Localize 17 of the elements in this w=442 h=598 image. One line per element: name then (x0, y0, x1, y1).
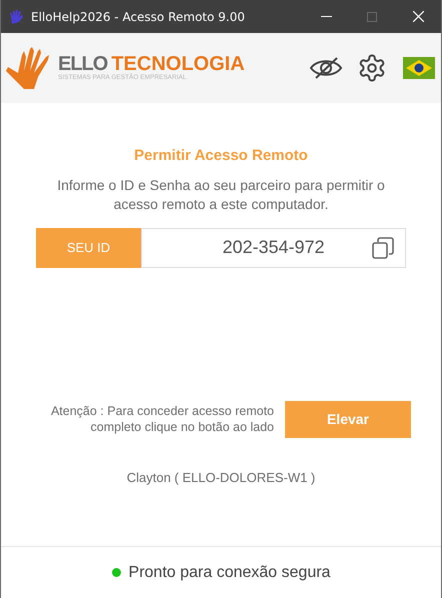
elevate-notice: Atenção : Para conceder acesso remoto completo clique no botão ao lado (50, 403, 274, 435)
window-title: ElloHelp2026 - Acesso Remoto 9.00 (31, 8, 245, 26)
panel-title: Permitir Acesso Remoto (134, 146, 308, 166)
brazil-flag-icon[interactable] (403, 57, 435, 79)
id-value: 202-354-972 (222, 236, 325, 259)
brand-name: ELLO (58, 54, 108, 74)
hand-icon (9, 8, 25, 24)
close-icon[interactable] (412, 11, 424, 22)
settings-icon[interactable] (357, 53, 387, 83)
minimize-icon[interactable] (320, 16, 332, 17)
machine-name: Clayton ( ELLO-DOLORES-W1 ) (126, 468, 316, 487)
id-label: SEU ID (36, 228, 141, 268)
panel-description: Informe o ID e Senha ao seu parceiro para permitir o acesso remoto a este computador. (56, 176, 386, 214)
copy-icon[interactable] (371, 236, 395, 260)
status-text: Pronto para conexão segura (128, 562, 330, 582)
brand-name: TECNOLOGIA (111, 54, 245, 74)
elevate-button[interactable]: Elevar (285, 400, 411, 438)
